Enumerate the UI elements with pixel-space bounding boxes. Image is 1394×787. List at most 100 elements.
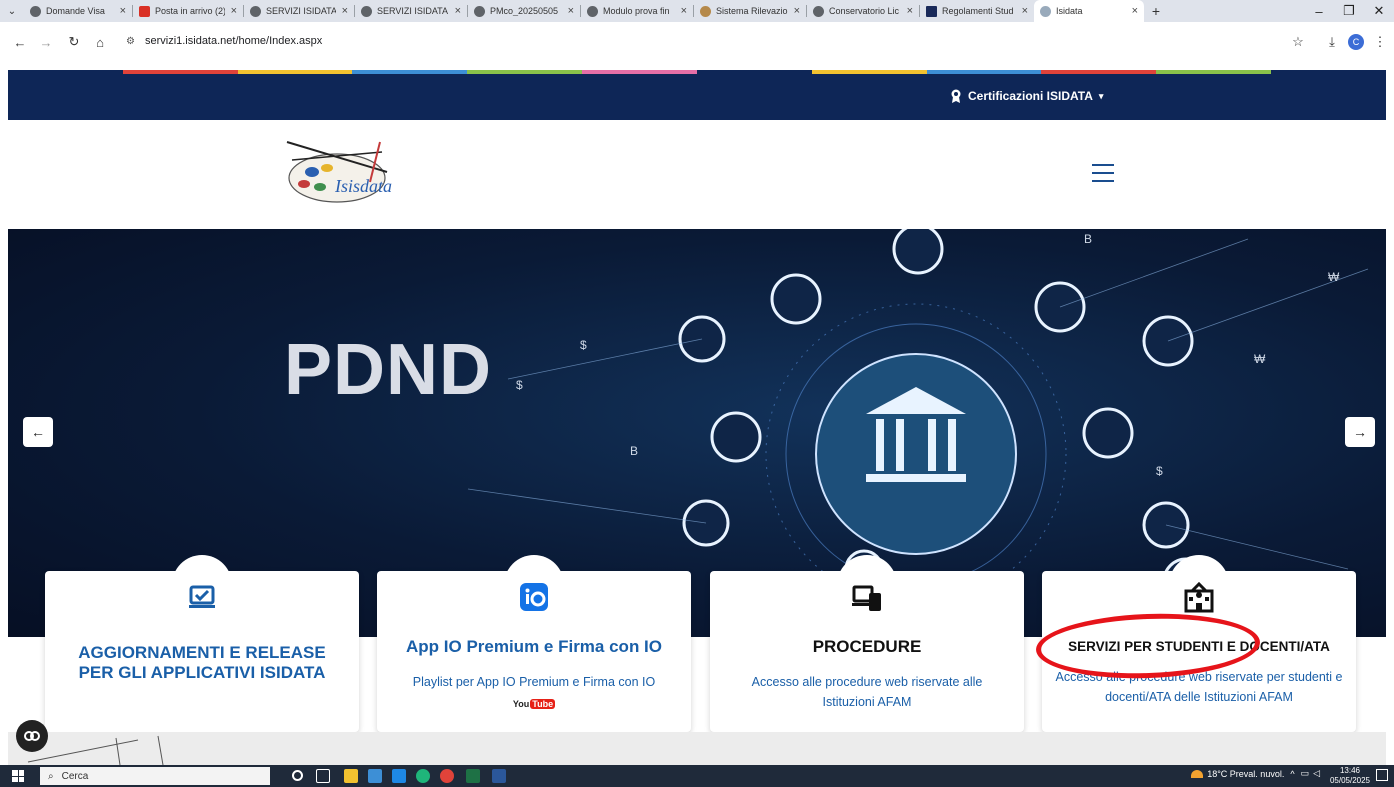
mail-icon[interactable] [392,769,406,783]
hero-title: PDND [284,330,493,410]
avatar[interactable]: C [1346,32,1366,52]
card-title: PER GLI APPLICATIVI ISIDATA [78,663,326,682]
minimize-icon[interactable]: – [1304,0,1334,22]
medal-icon [951,89,961,103]
close-icon[interactable]: × [1022,5,1028,17]
carousel-next-button[interactable]: → [1345,417,1375,447]
caret-down-icon: ▾ [1098,90,1104,101]
forward-icon[interactable]: → [36,32,56,52]
taskbar-search[interactable]: ⌕ Cerca [40,767,270,785]
task-view-icon[interactable] [316,769,330,783]
close-icon[interactable]: × [342,5,348,17]
close-icon[interactable]: × [231,5,237,17]
close-icon[interactable]: × [568,5,574,17]
certificazioni-menu[interactable]: Certificazioni ISIDATA ▾ [950,89,1103,103]
download-icon[interactable]: ⤓ [1322,32,1342,52]
card-aggiornamenti[interactable]: AGGIORNAMENTI E RELEASE PER GLI APPLICAT… [45,555,359,732]
card-description: Istituzioni AFAM [822,695,912,709]
svg-text:$: $ [1156,464,1163,478]
reload-icon[interactable]: ↻ [64,32,84,52]
svg-text:₩: ₩ [1254,352,1266,366]
browser-tab[interactable]: Regolamenti Stud × [920,0,1034,22]
globe-icon [1040,5,1051,17]
browser-tab[interactable]: Conservatorio Lic × [807,0,919,22]
new-tab-button[interactable]: + [1144,0,1168,22]
footer-background [8,732,1386,766]
globe-icon [361,5,372,17]
word-icon[interactable] [492,769,506,783]
windows-start-icon[interactable] [12,770,24,782]
close-icon[interactable]: × [455,5,461,17]
file-explorer-icon[interactable] [344,769,358,783]
devices-icon [852,585,881,611]
card-title: PROCEDURE [812,637,922,656]
browser-tab[interactable]: PMco_20250505 × [468,0,580,22]
card-title: AGGIORNAMENTI E RELEASE [78,643,326,662]
home-icon[interactable]: ⌂ [90,32,110,52]
card-procedure[interactable]: PROCEDURE Accesso alle procedure web ris… [710,555,1024,732]
notifications-icon[interactable] [1376,769,1388,781]
gmail-icon [139,5,150,17]
address-bar[interactable]: ⚙ servizi1.isidata.net/home/Index.aspx [118,28,1288,54]
laptop-check-icon [189,585,215,608]
restore-icon[interactable]: ❐ [1334,0,1364,22]
close-icon[interactable]: × [794,5,800,17]
svg-text:₩: ₩ [1328,270,1340,284]
volume-icon[interactable]: ◁ [1313,768,1320,779]
back-icon[interactable]: ← [10,32,30,52]
site-info-icon[interactable]: ⚙ [126,36,135,47]
network-icon[interactable]: ▭ [1301,768,1310,779]
close-icon[interactable]: × [681,5,687,17]
card-description: Accesso alle procedure web riservate per… [1055,670,1343,684]
globe-icon [813,5,824,17]
tab-search-button[interactable]: ⌄ [0,0,24,22]
browser-tab[interactable]: SERVIZI ISIDATA - × [244,0,354,22]
chevron-up-icon[interactable]: ^ [1290,769,1294,779]
youtube-badge[interactable]: You Tube [513,695,556,713]
browser-tab[interactable]: Posta in arrivo (2) × [133,0,243,22]
hamburger-menu-icon[interactable] [1092,164,1114,182]
bookmark-star-icon[interactable]: ☆ [1288,32,1308,52]
site-top-bar: Certificazioni ISIDATA ▾ [8,74,1386,120]
chat-button[interactable] [16,720,48,752]
globe-icon [587,5,598,17]
globe-icon [700,5,711,17]
globe-icon [250,5,261,17]
excel-icon[interactable] [466,769,480,783]
carousel-prev-button[interactable]: ← [23,417,53,447]
browser-tab[interactable]: Modulo prova fin × [581,0,693,22]
close-window-icon[interactable]: ✕ [1364,0,1394,22]
card-description: Accesso alle procedure web riservate all… [751,675,983,689]
browser-tab[interactable]: Sistema Rilevazio × [694,0,806,22]
svg-text:$: $ [580,338,587,352]
clock[interactable]: 13:46 05/05/2025 [1330,766,1370,786]
browser-tab[interactable]: SERVIZI ISIDATA - × [355,0,467,22]
url-text: servizi1.isidata.net/home/Index.aspx [144,35,323,47]
browser-tab[interactable]: Domande Visa × [24,0,132,22]
browser-tab-strip: ⌄ Domande Visa × Posta in arrivo (2) × SER… [0,0,1394,22]
windows-taskbar: ⌕ Cerca 18°C Preval. nuvol. ^ ▭ ◁ 13:46 … [0,765,1394,787]
close-icon[interactable]: × [1132,5,1138,17]
close-icon[interactable]: × [120,5,126,17]
svg-text:B: B [1084,232,1092,246]
close-icon[interactable]: × [907,5,913,17]
menu-icon[interactable]: ⋮ [1370,32,1390,52]
cortana-icon[interactable] [292,770,303,781]
logo-text: Isisdata [334,176,392,196]
card-servizi-studenti[interactable]: SERVIZI PER STUDENTI E DOCENTI/ATA Acces… [1042,555,1356,732]
school-building-icon [1184,581,1214,613]
chrome-icon[interactable] [440,769,454,783]
browser-tab-active[interactable]: Isidata × [1034,0,1144,22]
card-description: Playlist per App IO Premium e Firma con … [412,675,656,689]
svg-text:$: $ [516,378,523,392]
card-app-io[interactable]: App IO Premium e Firma con IO Playlist p… [377,555,691,732]
card-title: SERVIZI PER STUDENTI E DOCENTI/ATA [1068,639,1330,654]
browser-toolbar: ← → ↻ ⌂ ⚙ servizi1.isidata.net/home/Inde… [0,22,1394,62]
isidata-logo[interactable]: Isisdata [282,132,412,212]
card-title: App IO Premium e Firma con IO [406,637,662,656]
store-icon[interactable] [368,769,382,783]
weather-icon [1191,769,1204,778]
app-io-icon [520,583,548,611]
svg-text:B: B [630,444,638,458]
edge-icon[interactable] [416,769,430,783]
